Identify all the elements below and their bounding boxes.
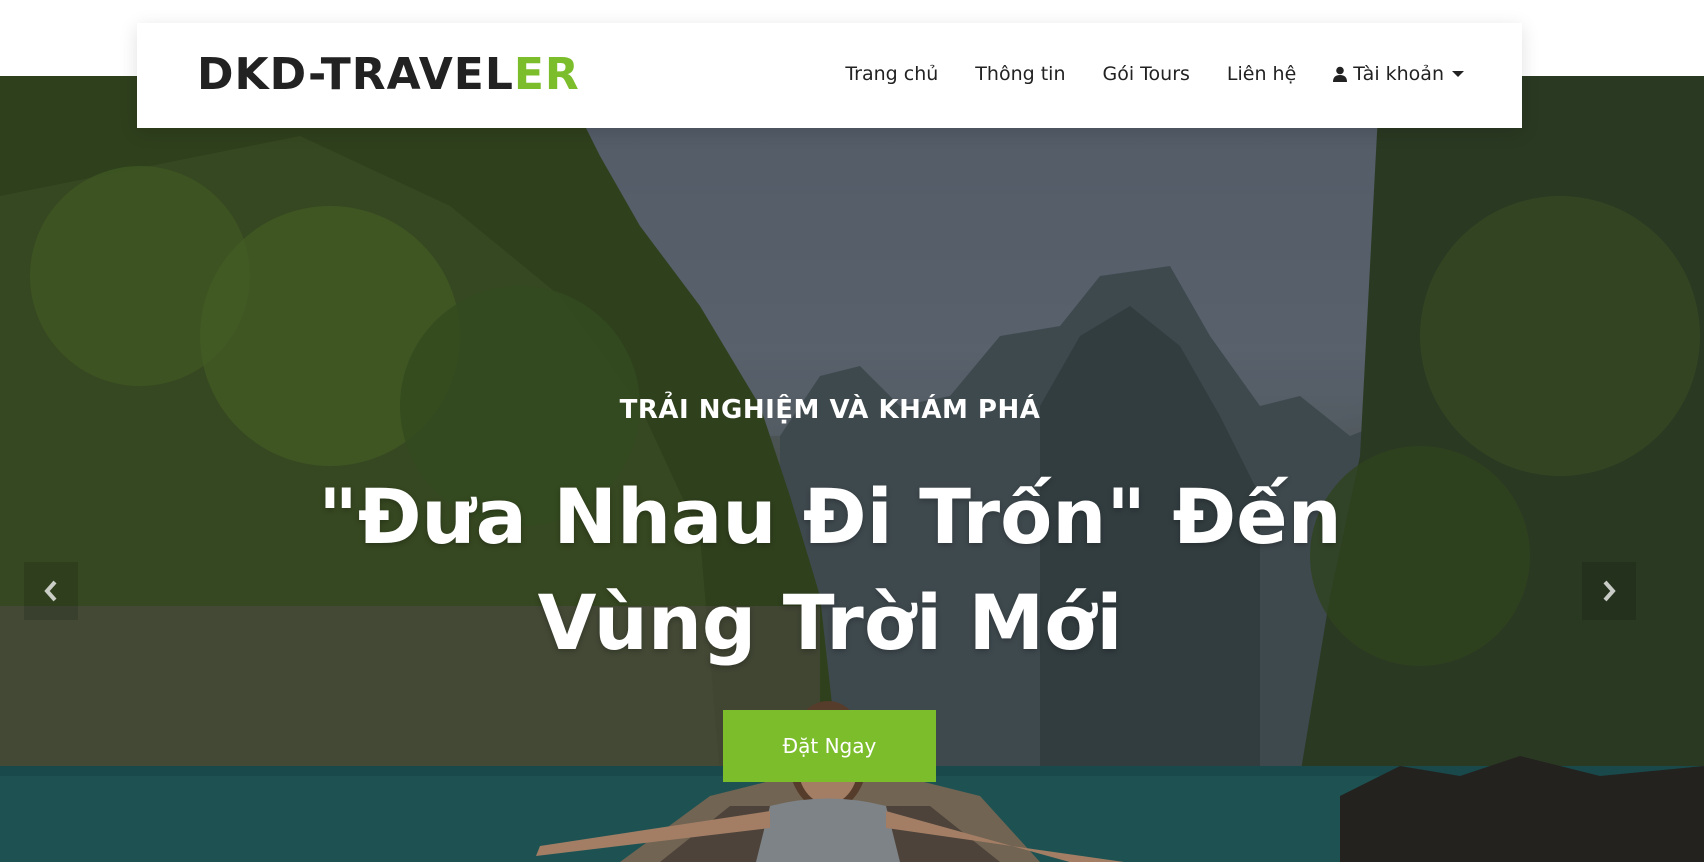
nav-item-contact[interactable]: Liên hệ <box>1227 63 1296 85</box>
nav-item-home[interactable]: Trang chủ <box>845 63 938 85</box>
account-label: Tài khoản <box>1353 63 1444 85</box>
brand-accent: ER <box>513 49 580 100</box>
hero-headline-line2: Vùng Trời Mới <box>537 578 1123 667</box>
user-icon <box>1333 66 1348 82</box>
chevron-right-icon <box>1603 580 1616 602</box>
navbar: DKD-TRAVELER Trang chủ Thông tin Gói Tou… <box>137 23 1522 128</box>
nav-item-account[interactable]: Tài khoản <box>1333 63 1464 85</box>
carousel-next-button[interactable] <box>1582 562 1636 620</box>
hero-subtitle: TRẢI NGHIỆM VÀ KHÁM PHÁ <box>619 395 1041 425</box>
hero-subtitle-wrap: TRẢI NGHIỆM VÀ KHÁM PHÁ <box>0 395 1660 425</box>
nav-item-tours[interactable]: Gói Tours <box>1102 63 1189 85</box>
brand-main: DKD-TRAVEL <box>197 49 514 100</box>
carousel-prev-button[interactable] <box>24 562 78 620</box>
hero-headline: "Đưa Nhau Đi Trốn" Đến Vùng Trời Mới <box>230 464 1430 676</box>
brand-logo[interactable]: DKD-TRAVELER <box>197 49 580 101</box>
nav-links: Trang chủ Thông tin Gói Tours Liên hệ Tà… <box>845 63 1464 85</box>
chevron-down-icon <box>1452 71 1464 77</box>
nav-item-info[interactable]: Thông tin <box>975 63 1065 85</box>
chevron-left-icon <box>44 580 57 602</box>
book-now-button[interactable]: Đặt Ngay <box>723 710 936 782</box>
hero-headline-line1: "Đưa Nhau Đi Trốn" Đến <box>318 472 1342 561</box>
